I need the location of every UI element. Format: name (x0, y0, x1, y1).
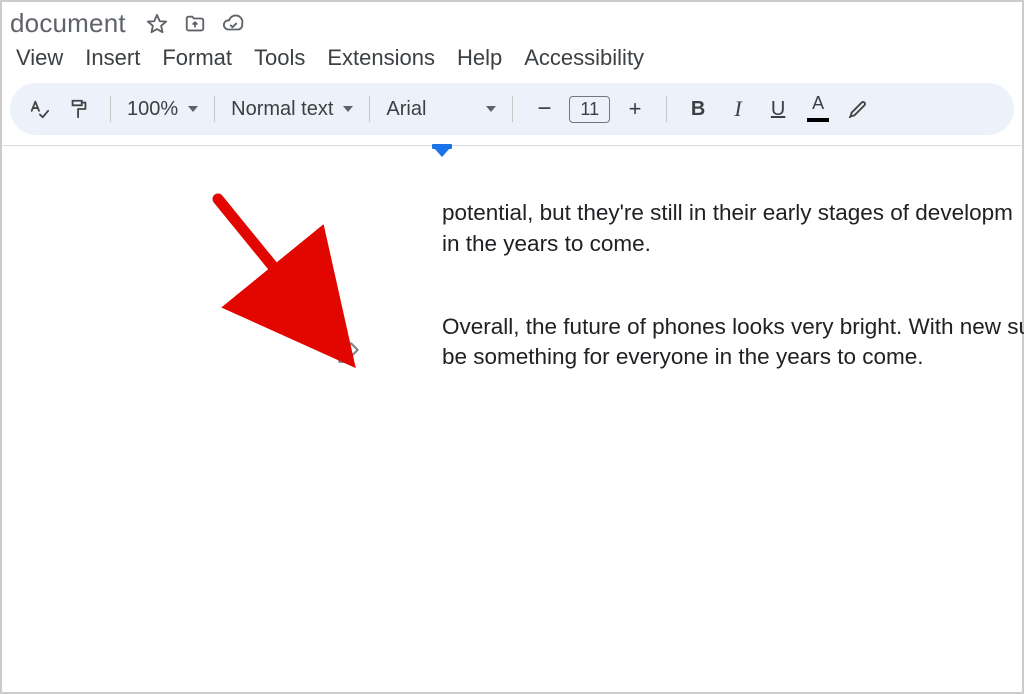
smart-compose-button[interactable] (336, 339, 362, 365)
italic-button[interactable]: I (723, 91, 753, 127)
text-color-swatch (807, 118, 829, 122)
toolbar-container: 100% Normal text Arial − 11 + B I U A (2, 83, 1022, 145)
font-size-input[interactable]: 11 (569, 96, 610, 123)
star-icon[interactable] (146, 13, 168, 35)
paragraph[interactable]: Overall, the future of phones looks very… (442, 312, 1024, 373)
cloud-saved-icon[interactable] (222, 13, 244, 35)
title-row: document (2, 2, 1022, 39)
toolbar-separator (666, 96, 667, 122)
font-family-dropdown[interactable]: Arial (386, 91, 496, 127)
chevron-down-icon (343, 106, 353, 112)
chevron-down-icon (486, 106, 496, 112)
menu-tools[interactable]: Tools (254, 45, 305, 71)
document-surface[interactable]: potential, but they're still in their ea… (2, 145, 1022, 665)
menubar: View Insert Format Tools Extensions Help… (2, 39, 1022, 83)
text-color-label: A (812, 96, 824, 110)
toolbar: 100% Normal text Arial − 11 + B I U A (10, 83, 1014, 135)
text-color-button[interactable]: A (803, 91, 833, 127)
menu-format[interactable]: Format (162, 45, 232, 71)
chevron-down-icon (188, 106, 198, 112)
toolbar-separator (214, 96, 215, 122)
font-family-value: Arial (386, 98, 426, 121)
paragraph-style-value: Normal text (231, 98, 333, 121)
toolbar-separator (369, 96, 370, 122)
document-title[interactable]: document (10, 8, 126, 39)
zoom-dropdown[interactable]: 100% (127, 91, 198, 127)
menu-view[interactable]: View (16, 45, 63, 71)
paragraph[interactable]: potential, but they're still in their ea… (442, 198, 1024, 259)
title-icons (146, 13, 244, 35)
magic-pencil-icon (336, 352, 362, 369)
move-to-folder-icon[interactable] (184, 13, 206, 35)
highlight-color-button[interactable] (843, 91, 873, 127)
ruler-indent-marker[interactable] (432, 144, 452, 157)
menu-insert[interactable]: Insert (85, 45, 140, 71)
menu-help[interactable]: Help (457, 45, 502, 71)
toolbar-separator (110, 96, 111, 122)
paint-format-button[interactable] (64, 91, 94, 127)
zoom-value: 100% (127, 98, 178, 121)
toolbar-separator (512, 96, 513, 122)
spellcheck-button[interactable] (24, 91, 54, 127)
underline-button[interactable]: U (763, 91, 793, 127)
document-body[interactable]: potential, but they're still in their ea… (442, 168, 1024, 425)
menu-accessibility[interactable]: Accessibility (524, 45, 644, 71)
bold-button[interactable]: B (683, 91, 713, 127)
paragraph-style-dropdown[interactable]: Normal text (231, 91, 353, 127)
decrease-font-size-button[interactable]: − (529, 91, 559, 127)
left-indent-icon (434, 148, 450, 157)
menu-extensions[interactable]: Extensions (327, 45, 435, 71)
increase-font-size-button[interactable]: + (620, 91, 650, 127)
